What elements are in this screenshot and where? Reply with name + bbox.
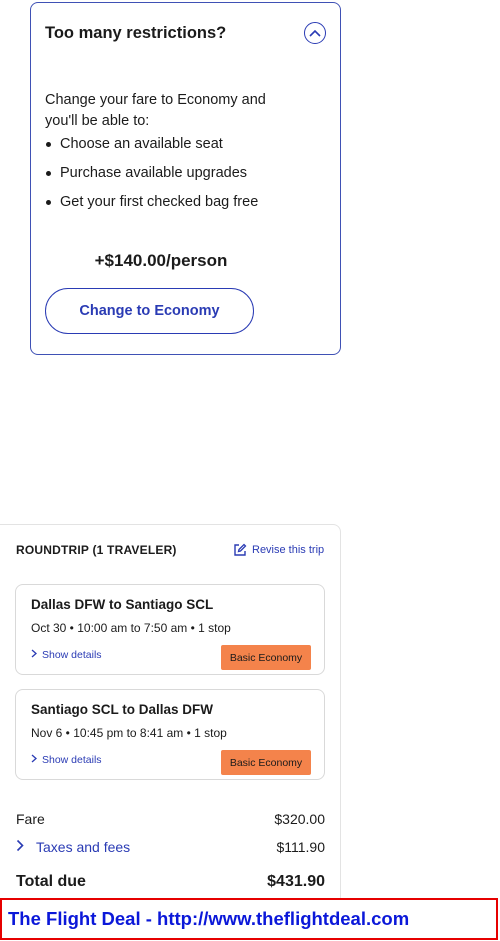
- fare-value: $320.00: [274, 811, 325, 827]
- total-value: $431.90: [267, 873, 325, 890]
- show-details-link[interactable]: Show details: [31, 649, 102, 661]
- chevron-up-icon[interactable]: [304, 22, 326, 44]
- trip-summary: ROUNDTRIP (1 TRAVELER) Revise this trip …: [0, 524, 341, 900]
- show-details-link[interactable]: Show details: [31, 754, 102, 766]
- fare-class-badge: Basic Economy: [221, 750, 311, 775]
- taxes-and-fees-toggle[interactable]: Taxes and fees: [16, 839, 130, 855]
- change-to-economy-button[interactable]: Change to Economy: [45, 288, 254, 334]
- show-details-label: Show details: [42, 754, 102, 766]
- trip-type-heading: ROUNDTRIP (1 TRAVELER): [16, 543, 177, 557]
- fare-label: Fare: [16, 811, 45, 827]
- taxes-row: Taxes and fees $111.90: [16, 839, 325, 855]
- taxes-value: $111.90: [276, 839, 325, 855]
- chevron-right-icon: [31, 649, 37, 661]
- taxes-label: Taxes and fees: [36, 839, 131, 855]
- revise-trip-link[interactable]: Revise this trip: [233, 543, 324, 557]
- total-row: Total due $431.90: [16, 873, 325, 891]
- total-label: Total due: [16, 873, 86, 890]
- show-details-label: Show details: [42, 649, 102, 661]
- benefit-list: Choose an available seat Purchase availa…: [45, 134, 275, 221]
- benefit-item: Purchase available upgrades: [45, 163, 275, 184]
- benefit-item: Choose an available seat: [45, 134, 275, 155]
- upsell-price: +$140.00/person: [94, 251, 228, 270]
- banner-text: The Flight Deal - http://www.theflightde…: [8, 908, 410, 929]
- upsell-title: Too many restrictions?: [45, 24, 227, 42]
- edit-icon: [233, 543, 247, 557]
- watermark-banner: The Flight Deal - http://www.theflightde…: [0, 898, 498, 940]
- revise-trip-label: Revise this trip: [252, 544, 325, 556]
- segment-times: Oct 30 • 10:00 am to 7:50 am • 1 stop: [31, 621, 231, 635]
- economy-upsell-card: Too many restrictions? Change your fare …: [30, 2, 341, 355]
- chevron-right-icon: [16, 839, 24, 855]
- fare-class-badge: Basic Economy: [221, 645, 311, 670]
- fare-row: Fare $320.00: [16, 811, 325, 827]
- upsell-intro: Change your fare to Economy and you'll b…: [45, 92, 266, 129]
- segment-times: Nov 6 • 10:45 pm to 8:41 am • 1 stop: [31, 726, 227, 740]
- flight-segment-return: Santiago SCL to Dallas DFW Nov 6 • 10:45…: [15, 689, 325, 780]
- flight-segment-outbound: Dallas DFW to Santiago SCL Oct 30 • 10:0…: [15, 584, 325, 675]
- segment-route: Santiago SCL to Dallas DFW: [31, 702, 214, 717]
- benefit-item: Get your first checked bag free: [45, 192, 275, 213]
- chevron-right-icon: [31, 754, 37, 766]
- segment-route: Dallas DFW to Santiago SCL: [31, 597, 214, 612]
